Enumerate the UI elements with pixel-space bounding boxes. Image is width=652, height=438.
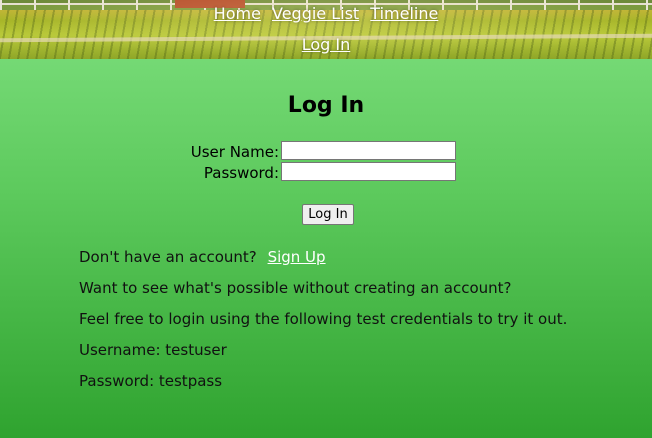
nav-link-veggie-list[interactable]: Veggie List — [272, 4, 359, 23]
test-credentials-text: Feel free to login using the following t… — [79, 310, 568, 328]
login-submit-button[interactable]: Log In — [302, 204, 354, 225]
password-row: Password: — [0, 162, 652, 183]
no-account-line: Don't have an account? Sign Up — [79, 248, 326, 266]
username-row: User Name: — [0, 141, 652, 162]
username-label: User Name: — [190, 143, 279, 161]
password-input[interactable] — [281, 162, 456, 181]
password-label: Password: — [203, 164, 279, 182]
test-username-text: Username: testuser — [79, 341, 227, 359]
username-input[interactable] — [281, 141, 456, 160]
page-title: Log In — [287, 93, 365, 118]
main-nav: Home Veggie List Timeline — [0, 5, 652, 23]
nav-link-login[interactable]: Log In — [302, 35, 351, 54]
no-account-text: Don't have an account? — [79, 248, 257, 266]
signup-link[interactable]: Sign Up — [268, 248, 326, 266]
test-password-text: Password: testpass — [79, 372, 223, 390]
nav-login-row: Log In — [0, 36, 652, 54]
nav-link-timeline[interactable]: Timeline — [370, 4, 438, 23]
try-without-account-text: Want to see what's possible without crea… — [79, 279, 512, 297]
nav-link-home[interactable]: Home — [214, 4, 261, 23]
